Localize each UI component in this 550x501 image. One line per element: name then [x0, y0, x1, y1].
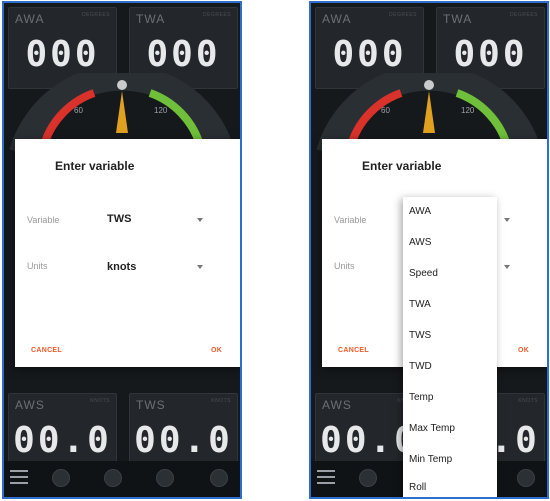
gauge-top-marker: [424, 80, 434, 90]
phone-screen-left: AWA DEGREES 000 TWA DEGREES 000 60 120 A…: [2, 1, 242, 499]
dropdown-option[interactable]: TWD: [409, 358, 432, 376]
menu-icon[interactable]: [10, 470, 28, 486]
phone-screen-right: AWA DEGREES 000 TWA DEGREES 000 60 120 A…: [309, 1, 549, 499]
tile-unit: DEGREES: [510, 12, 538, 18]
variable-select[interactable]: TWS: [107, 213, 131, 225]
gauge-tick-120: 120: [461, 106, 475, 115]
ok-button[interactable]: OK: [518, 347, 529, 354]
cancel-button[interactable]: CANCEL: [31, 347, 62, 354]
dropdown-option[interactable]: Roll: [409, 479, 426, 497]
chevron-down-icon[interactable]: [197, 265, 203, 269]
nav-circle-icon[interactable]: [359, 469, 377, 487]
dropdown-option[interactable]: Max Temp: [409, 420, 455, 438]
tile-value: 00.0: [13, 420, 112, 461]
tile-value: 000: [146, 34, 221, 75]
dropdown-option[interactable]: Speed: [409, 265, 438, 283]
dialog-title: Enter variable: [55, 159, 135, 173]
tile-unit: DEGREES: [82, 12, 110, 18]
dropdown-option[interactable]: Min Temp: [409, 451, 452, 469]
tile-value: 000: [453, 34, 528, 75]
tile-label: AWA: [15, 12, 45, 26]
variable-label: Variable: [27, 215, 60, 225]
dropdown-option[interactable]: AWS: [409, 234, 431, 252]
wind-needle: [423, 91, 435, 133]
gauge-tick-60: 60: [74, 106, 83, 115]
tile-unit: KNOTS: [90, 398, 110, 404]
gauge-tick-120: 120: [154, 106, 168, 115]
enter-variable-dialog: Enter variable Variable TWS Units knots …: [15, 139, 240, 367]
units-label: Units: [334, 261, 355, 271]
nav-circle-icon[interactable]: [210, 469, 228, 487]
gauge-top-marker: [117, 80, 127, 90]
tile-value: 000: [25, 34, 100, 75]
variable-dropdown-list: AWA AWS Speed TWA TWS TWD Temp Max Temp …: [403, 197, 497, 497]
dialog-title: Enter variable: [362, 159, 442, 173]
variable-label: Variable: [334, 215, 367, 225]
dropdown-option[interactable]: TWA: [409, 296, 431, 314]
units-label: Units: [27, 261, 48, 271]
tile-label: TWA: [136, 12, 166, 26]
chevron-down-icon[interactable]: [504, 218, 510, 222]
nav-circle-icon[interactable]: [517, 469, 535, 487]
cancel-button[interactable]: CANCEL: [338, 347, 369, 354]
tile-unit: DEGREES: [389, 12, 417, 18]
tile-label: TWS: [136, 398, 166, 412]
tile-label: AWS: [322, 398, 352, 412]
menu-icon[interactable]: [317, 470, 335, 486]
tile-value: 00.0: [134, 420, 233, 461]
dropdown-option[interactable]: AWA: [409, 203, 431, 221]
dropdown-option[interactable]: Temp: [409, 389, 433, 407]
ok-button[interactable]: OK: [211, 347, 222, 354]
tile-value: 000: [332, 34, 407, 75]
tile-unit: KNOTS: [518, 398, 538, 404]
tile-label: AWA: [322, 12, 352, 26]
gauge-tick-60: 60: [381, 106, 390, 115]
chevron-down-icon[interactable]: [504, 265, 510, 269]
dropdown-option[interactable]: TWS: [409, 327, 431, 345]
bottom-navbar: [4, 461, 240, 497]
wind-needle: [116, 91, 128, 133]
nav-circle-icon[interactable]: [52, 469, 70, 487]
tile-unit: KNOTS: [211, 398, 231, 404]
nav-circle-icon[interactable]: [104, 469, 122, 487]
nav-circle-icon[interactable]: [156, 469, 174, 487]
tile-label: AWS: [15, 398, 45, 412]
units-select[interactable]: knots: [107, 261, 136, 273]
tile-unit: DEGREES: [203, 12, 231, 18]
chevron-down-icon[interactable]: [197, 218, 203, 222]
tile-label: TWA: [443, 12, 473, 26]
